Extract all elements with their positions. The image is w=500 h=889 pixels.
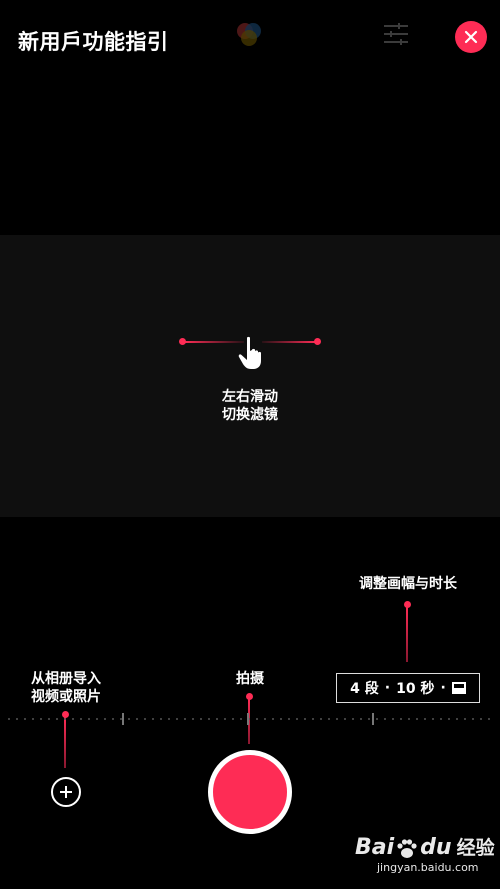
page-title: 新用戶功能指引 [18, 30, 169, 54]
swipe-hint-line1: 左右滑动 [222, 389, 278, 405]
import-hint-line2: 视频或照片 [31, 689, 101, 705]
watermark-brand-tail: du [420, 835, 452, 860]
swipe-right-line [262, 341, 317, 343]
swipe-right-dot [314, 338, 321, 345]
import-hint-line1: 从相册导入 [31, 671, 101, 687]
segment-count[interactable]: 4 段 [350, 678, 379, 698]
shoot-hint: 拍摄 [236, 671, 264, 687]
swipe-left-dot [179, 338, 186, 345]
timeline-track [0, 713, 500, 725]
duration-seconds[interactable]: 10 秒 [396, 678, 434, 698]
aspect-ratio-icon[interactable] [451, 682, 466, 694]
duration-selector[interactable]: 4 段 · 10 秒 · [336, 673, 480, 703]
swipe-hint: 左右滑动 切换滤镜 [200, 388, 300, 424]
baidu-jingyan-watermark: Bai du 经验 jingyan.baidu.com [355, 833, 495, 885]
effects-icon[interactable] [234, 20, 264, 48]
watermark-brand: Bai [355, 835, 395, 860]
duration-hint: 调整画幅与时长 [359, 576, 457, 592]
separator-1: · [384, 680, 391, 696]
swipe-hint-line2: 切换滤镜 [222, 407, 278, 423]
import-hint: 从相册导入 视频或照片 [20, 670, 112, 706]
swipe-left-line [184, 341, 244, 343]
import-media-button[interactable] [51, 777, 81, 807]
watermark-service: 经验 [456, 837, 495, 859]
separator-2: · [440, 680, 446, 696]
paw-icon [396, 838, 418, 860]
duration-hint-line [406, 606, 408, 662]
plus-circle-icon [60, 786, 72, 798]
pointing-hand-icon [238, 336, 266, 370]
close-button[interactable] [455, 21, 487, 53]
record-button[interactable] [208, 750, 292, 834]
camera-preview[interactable] [0, 235, 500, 517]
close-icon [464, 30, 478, 44]
watermark-url: jingyan.baidu.com [377, 861, 479, 874]
sliders-icon[interactable] [383, 22, 409, 46]
